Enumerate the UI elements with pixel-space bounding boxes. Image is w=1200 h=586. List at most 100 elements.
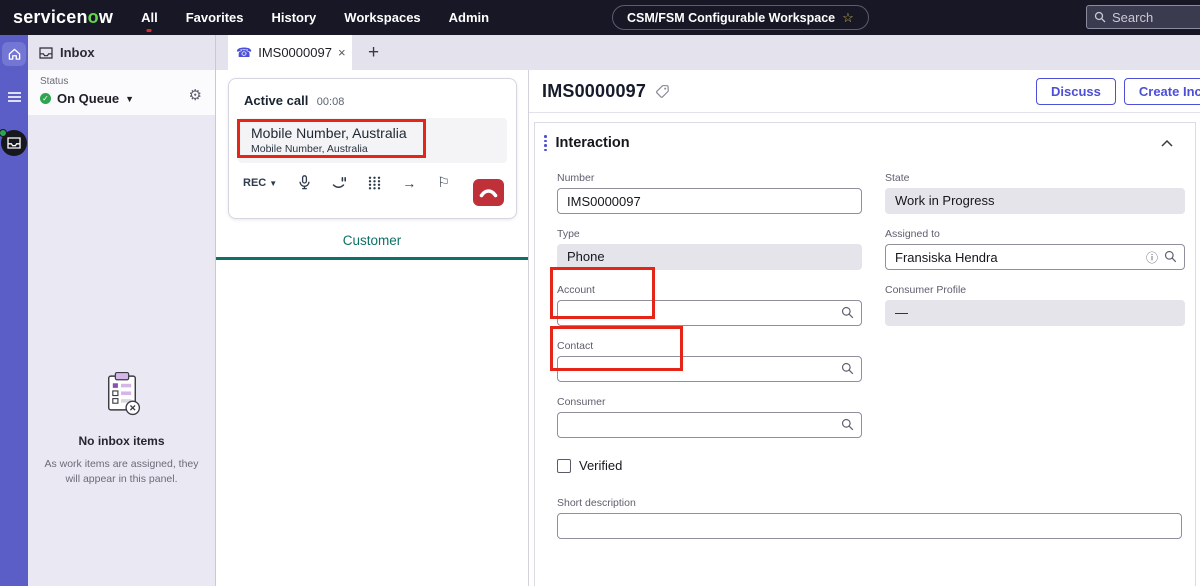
interaction-section-header: Interaction (535, 123, 1195, 159)
end-call-button[interactable] (473, 179, 504, 206)
caller-info-row[interactable]: Mobile Number, Australia Mobile Number, … (238, 118, 507, 163)
servicenow-logo[interactable]: servicenow (13, 7, 113, 28)
call-header: Active call 00:08 (229, 79, 516, 118)
tag-icon[interactable] (655, 84, 670, 99)
record-header: IMS0000097 Discuss Create Incident (529, 70, 1200, 113)
inbox-panel-header[interactable]: Inbox (28, 35, 216, 70)
tab-strip: Inbox ☎ IMS0000097 × + (28, 35, 1200, 70)
search-icon (1094, 11, 1106, 23)
record-main-area: IMS0000097 Discuss Create Incident Inter… (528, 70, 1200, 586)
flag-call-button[interactable]: ⚐ (437, 174, 450, 191)
verified-label: Verified (579, 458, 623, 473)
nav-all-label: All (141, 10, 158, 25)
servicenow-workspace: servicenow All Favorites History Workspa… (0, 0, 1200, 586)
inbox-panel: Status ✓ On Queue ▼ ⚙ No inbox items As … (28, 70, 216, 586)
dialpad-icon (369, 176, 381, 189)
hold-call-button[interactable] (332, 176, 347, 190)
state-field: Work in Progress (885, 188, 1185, 214)
home-icon (8, 48, 20, 60)
record-title: IMS0000097 (542, 80, 647, 101)
interaction-form: Number State Work in Progress Type Phone (535, 159, 1195, 539)
favorite-star-icon[interactable]: ☆ (842, 10, 854, 26)
create-incident-button[interactable]: Create Incident (1123, 78, 1200, 105)
inbox-header-label: Inbox (60, 45, 95, 60)
mute-mic-button[interactable] (298, 175, 311, 190)
consumer-lookup-icon[interactable] (841, 418, 854, 431)
call-timer: 00:08 (316, 96, 345, 108)
section-title: Interaction (555, 135, 630, 151)
logo-text: servicen (13, 7, 88, 27)
status-label: Status (40, 76, 69, 87)
consumer-profile-label: Consumer Profile (885, 284, 967, 296)
tab-interaction-record[interactable]: ☎ IMS0000097 × (228, 35, 352, 70)
number-field[interactable] (557, 188, 862, 214)
logo-accent-o: o (87, 7, 99, 27)
active-call-card: Active call 00:08 Mobile Number, Austral… (228, 78, 517, 219)
empty-state-title: No inbox items (78, 434, 165, 448)
contact-lookup-icon[interactable] (841, 362, 854, 375)
record-actions: Discuss Create Incident (1036, 78, 1200, 105)
tab-label: IMS0000097 (258, 45, 332, 60)
workspace-name: CSM/FSM Configurable Workspace (627, 10, 836, 25)
collapse-section-button[interactable] (1161, 139, 1173, 147)
assigned-to-lookup-icon[interactable] (1164, 250, 1177, 263)
account-field[interactable] (557, 300, 862, 326)
consumer-profile-field: — (885, 300, 1185, 326)
top-nav-bar: servicenow All Favorites History Workspa… (0, 0, 1200, 35)
dialpad-button[interactable] (368, 176, 381, 190)
top-nav-menu: All Favorites History Workspaces Admin (141, 10, 489, 32)
phone-icon: ☎ (236, 44, 253, 60)
contact-field[interactable] (557, 356, 862, 382)
chevron-down-icon: ▼ (125, 93, 135, 104)
global-search[interactable] (1086, 5, 1200, 29)
discuss-button[interactable]: Discuss (1036, 78, 1116, 105)
status-available-icon: ✓ (40, 93, 51, 104)
arrow-right-icon: → (402, 174, 417, 191)
search-input[interactable] (1112, 9, 1200, 25)
inbox-icon (39, 46, 53, 59)
drag-handle-icon[interactable] (544, 135, 547, 151)
active-call-title: Active call (244, 93, 309, 108)
assigned-to-field[interactable] (885, 244, 1185, 270)
number-label: Number (557, 172, 595, 184)
tab-close-icon[interactable]: × (338, 45, 346, 60)
verified-checkbox[interactable] (557, 458, 571, 473)
hangup-phone-icon (479, 188, 498, 197)
agent-status-block: Status ✓ On Queue ▼ ⚙ (28, 70, 215, 115)
inbox-settings-gear-icon[interactable]: ⚙ (189, 86, 202, 104)
home-button[interactable] (2, 42, 26, 66)
status-dropdown[interactable]: ✓ On Queue ▼ (40, 91, 203, 106)
short-description-field[interactable] (557, 513, 1182, 539)
consumer-field[interactable] (557, 412, 862, 438)
record-call-button[interactable]: REC ▼ (243, 177, 277, 189)
workspace-switcher[interactable]: CSM/FSM Configurable Workspace ☆ (612, 5, 869, 30)
inbox-rail-button[interactable] (0, 129, 27, 156)
new-tab-button[interactable]: + (368, 42, 379, 64)
nav-favorites[interactable]: Favorites (186, 10, 244, 25)
nav-all[interactable]: All (141, 10, 158, 32)
list-icon (7, 92, 21, 102)
empty-inbox-illustration-icon (107, 371, 140, 416)
tab-customer[interactable]: Customer (343, 233, 402, 248)
nav-history[interactable]: History (272, 10, 317, 25)
account-lookup-icon[interactable] (841, 306, 854, 319)
nav-workspaces[interactable]: Workspaces (344, 10, 420, 25)
assigned-to-label: Assigned to (885, 228, 940, 240)
account-label: Account (557, 284, 595, 296)
call-panel-tabs: Customer (216, 232, 528, 260)
verified-checkbox-row[interactable]: Verified (557, 458, 1195, 473)
chevron-up-icon (1161, 139, 1173, 147)
nav-admin[interactable]: Admin (449, 10, 489, 25)
logo-text-end: w (98, 7, 114, 27)
status-value: On Queue (57, 91, 120, 106)
contact-label: Contact (557, 340, 594, 352)
info-icon[interactable]: ⓘ (1146, 249, 1158, 266)
online-status-badge (0, 129, 7, 137)
lists-button[interactable] (7, 90, 22, 108)
flag-icon: ⚐ (437, 174, 450, 190)
type-label: Type (557, 228, 580, 240)
type-field: Phone (557, 244, 862, 270)
state-label: State (885, 172, 910, 184)
all-notification-dot (146, 29, 152, 32)
transfer-call-button[interactable]: → (402, 175, 416, 191)
